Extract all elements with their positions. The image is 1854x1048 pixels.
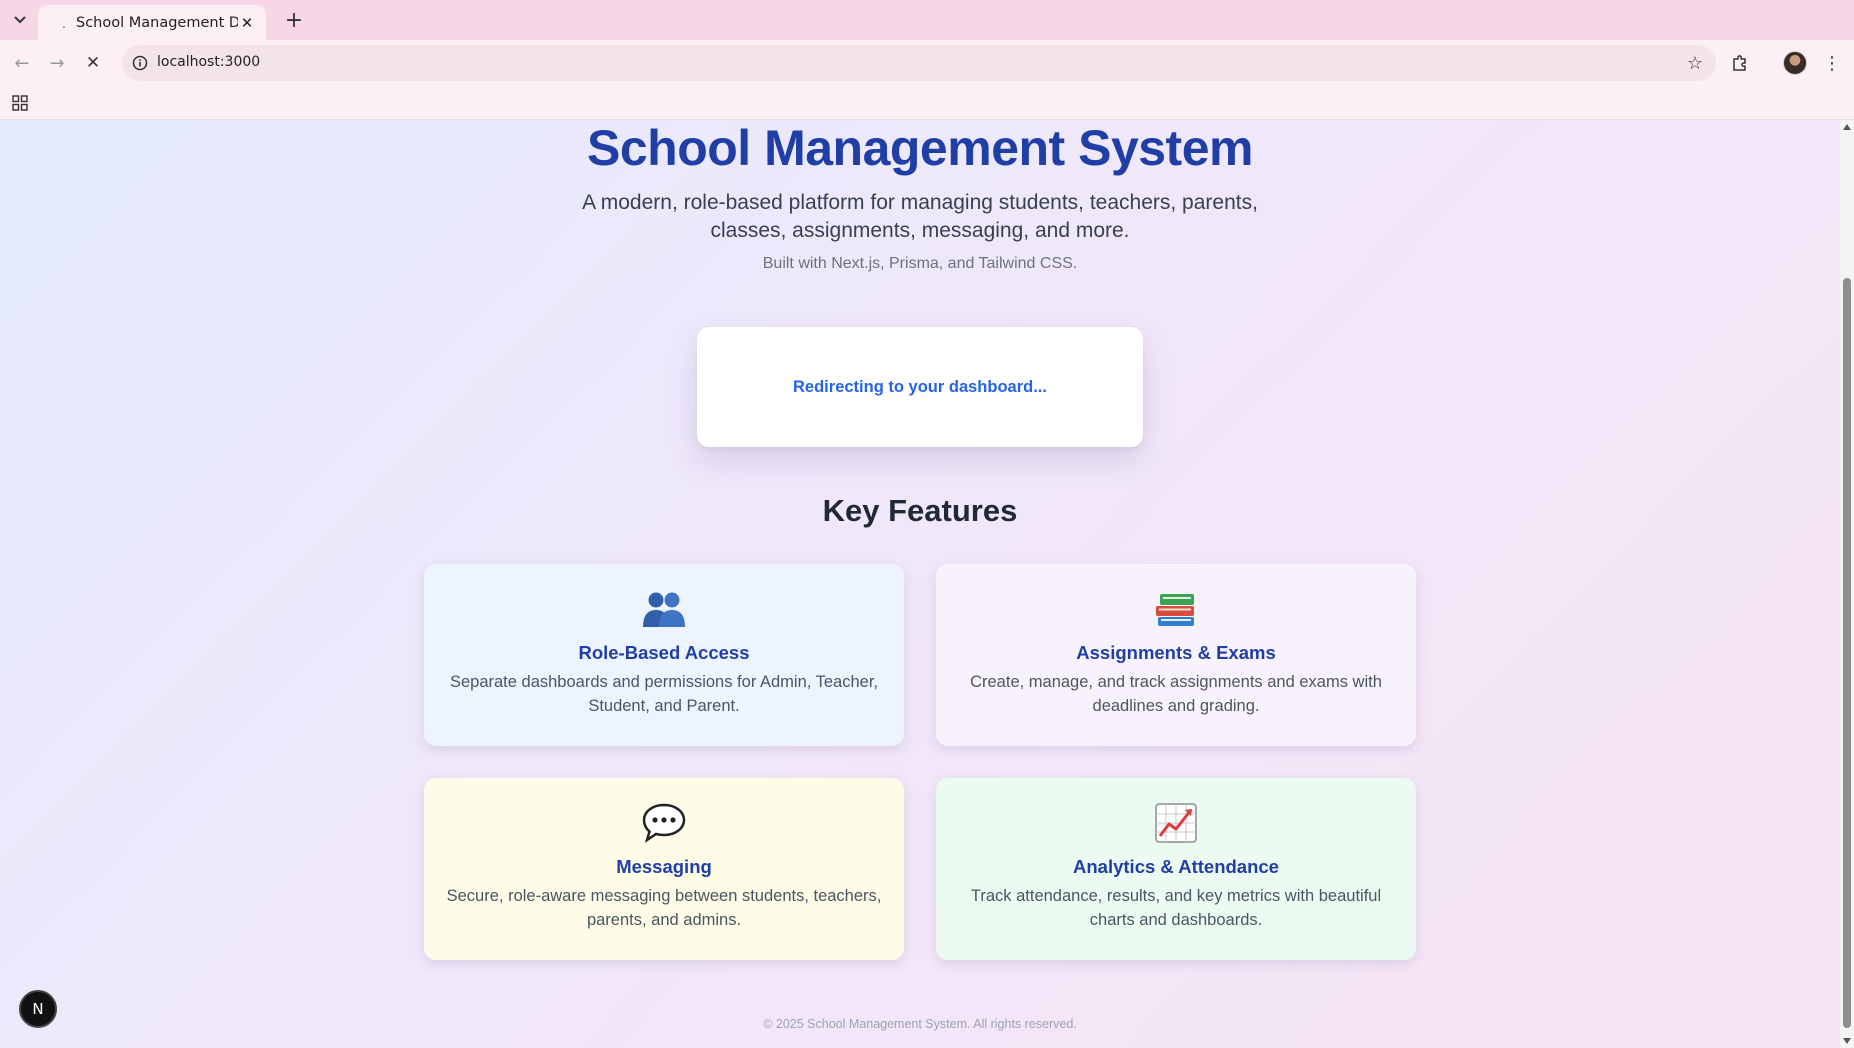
extensions-puzzle-icon[interactable] xyxy=(1728,51,1752,75)
site-info-icon[interactable] xyxy=(130,53,150,73)
scroll-up-arrow-icon[interactable] xyxy=(1843,124,1851,130)
feature-description: Separate dashboards and permissions for … xyxy=(449,673,879,715)
profile-avatar[interactable] xyxy=(1783,51,1807,75)
apps-grid-icon[interactable] xyxy=(9,92,31,114)
stop-loading-icon[interactable]: ✕ xyxy=(80,50,106,76)
feature-card-messaging: Messaging Secure, role-aware messaging b… xyxy=(424,778,904,960)
tab-loading-icon: . xyxy=(62,14,66,31)
speech-bubble-icon xyxy=(424,802,904,844)
chart-increasing-icon xyxy=(936,802,1416,844)
tech-stack-note: Built with Next.js, Prisma, and Tailwind… xyxy=(762,255,1078,272)
scroll-thumb[interactable] xyxy=(1843,278,1851,1028)
feature-title: Assignments & Exams xyxy=(1076,642,1276,663)
feature-title: Analytics & Attendance xyxy=(1073,856,1279,877)
page-title: School Management System xyxy=(587,120,1253,176)
back-arrow-icon[interactable]: ← xyxy=(9,50,35,76)
bookmark-star-icon[interactable]: ☆ xyxy=(1684,52,1706,74)
tab-close-icon[interactable]: ✕ xyxy=(238,14,256,32)
footer-copyright: © 2025 School Management System. All rig… xyxy=(763,1017,1077,1031)
feature-card-analytics-attendance: Analytics & Attendance Track attendance,… xyxy=(936,778,1416,960)
feature-card-role-based-access: Role-Based Access Separate dashboards an… xyxy=(424,564,904,746)
address-bar[interactable]: localhost:3000 ☆ xyxy=(122,45,1716,81)
forward-arrow-icon[interactable]: → xyxy=(44,50,70,76)
feature-description: Create, manage, and track assignments an… xyxy=(970,673,1382,715)
browser-tab-strip: . School Management Das ✕ + xyxy=(0,0,1854,40)
redirect-card: Redirecting to your dashboard... xyxy=(697,327,1143,447)
scroll-down-arrow-icon[interactable] xyxy=(1843,1038,1851,1044)
feature-card-assignments-exams: Assignments & Exams Create, manage, and … xyxy=(936,564,1416,746)
feature-title: Role-Based Access xyxy=(578,642,750,663)
nextjs-dev-tools-button[interactable]: N xyxy=(19,990,57,1028)
redirect-message: Redirecting to your dashboard... xyxy=(793,377,1047,396)
feature-title: Messaging xyxy=(616,856,712,877)
browser-menu-icon[interactable]: ⋮ xyxy=(1821,51,1843,75)
browser-tab[interactable]: . School Management Das ✕ xyxy=(38,5,266,40)
hero-subtitle: A modern, role-based platform for managi… xyxy=(582,191,1258,242)
bookmarks-bar xyxy=(0,86,1854,120)
new-tab-icon[interactable]: + xyxy=(282,8,306,33)
page-viewport: School Management System A modern, role-… xyxy=(0,120,1840,1048)
tab-title: School Management Das xyxy=(76,14,238,31)
features-heading: Key Features xyxy=(822,493,1018,528)
tab-search-chevron-icon[interactable] xyxy=(8,8,32,32)
feature-description: Secure, role-aware messaging between stu… xyxy=(446,887,882,929)
feature-description: Track attendance, results, and key metri… xyxy=(970,887,1382,929)
page-scrollbar[interactable] xyxy=(1840,120,1854,1048)
url-text[interactable]: localhost:3000 xyxy=(157,54,260,70)
people-icon xyxy=(424,588,904,630)
browser-toolbar: ← → ✕ localhost:3000 ☆ ⋮ xyxy=(0,40,1854,86)
books-icon xyxy=(936,588,1416,630)
